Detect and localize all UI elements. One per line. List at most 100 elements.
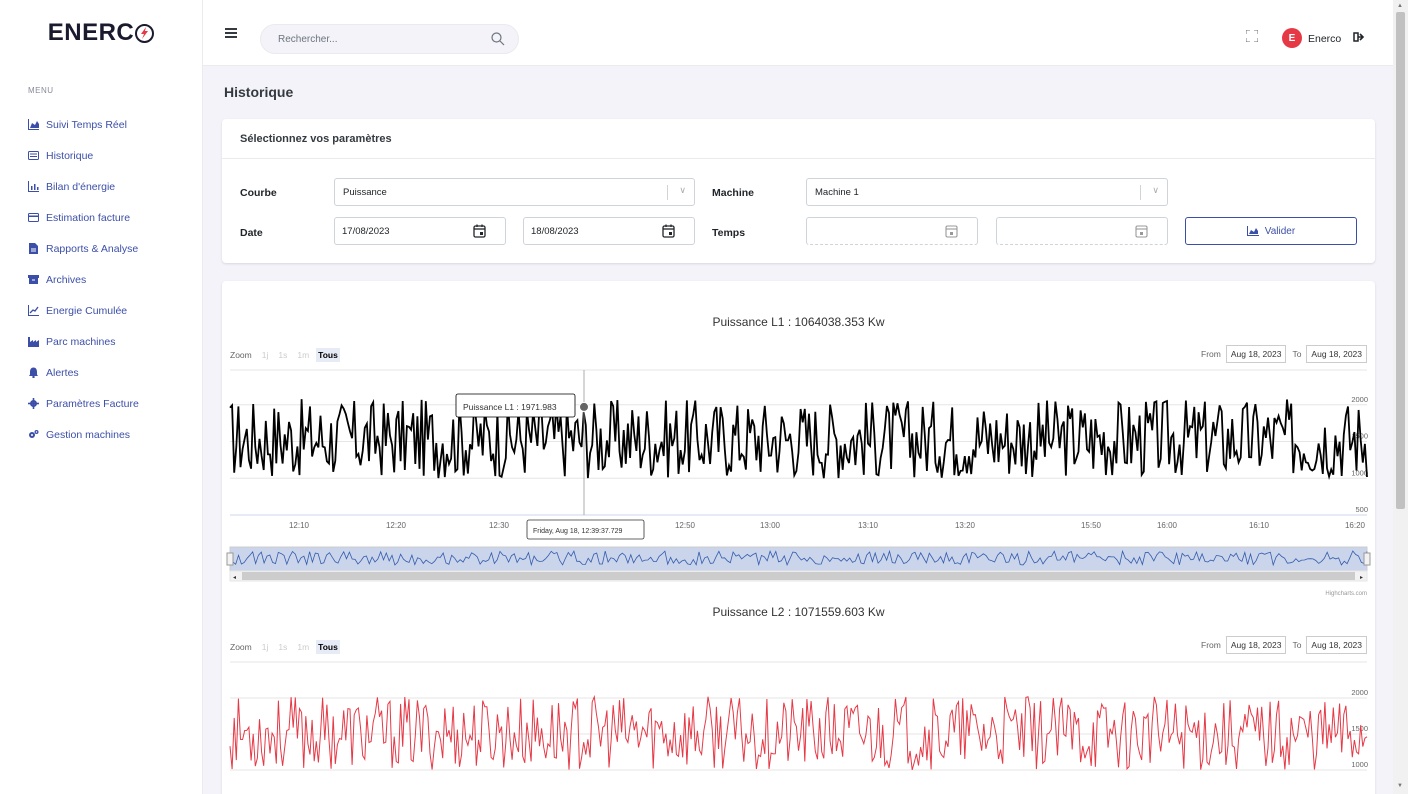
x-tick-label: 12:30: [489, 521, 510, 530]
zoom-tous-button[interactable]: Tous: [316, 348, 340, 362]
chevron-down-icon[interactable]: ∨: [679, 185, 686, 196]
sidebar-item-label: Historique: [46, 149, 94, 162]
enerco-logo[interactable]: ENERC: [0, 0, 202, 66]
highcharts-credits[interactable]: Highcharts.com: [1325, 591, 1367, 597]
hamburger-menu-icon[interactable]: [225, 28, 237, 40]
x-tick-label: 16:20: [1345, 521, 1366, 530]
navigator-mask[interactable]: [229, 546, 1368, 572]
sidebar-item-label: Alertes: [46, 366, 79, 379]
zoom-1j-button[interactable]: 1j: [262, 642, 269, 652]
x-tick-label: 12:10: [289, 521, 310, 530]
search-icon[interactable]: [490, 31, 506, 47]
zoom-1m-button[interactable]: 1m: [297, 350, 309, 360]
sidebar-item-label: Rapports & Analyse: [46, 242, 139, 255]
series-line-puissance-l2[interactable]: [229, 694, 1368, 771]
time-to-input[interactable]: [996, 217, 1168, 245]
list-icon: [28, 150, 39, 161]
sidebar-item-label: Estimation facture: [46, 211, 131, 224]
gears-icon: [28, 429, 39, 440]
zoom-1j-button[interactable]: 1j: [262, 350, 269, 360]
chevron-down-icon[interactable]: ∨: [1152, 185, 1159, 196]
sidebar-item-estimation-facture[interactable]: Estimation facture: [0, 202, 202, 233]
gear-icon: [28, 398, 39, 409]
range-selector: From Aug 18, 2023 To Aug 18, 2023: [1201, 345, 1367, 363]
zoom-1m-button[interactable]: 1m: [297, 642, 309, 652]
from-label: From: [1201, 640, 1221, 650]
logo-text: ENERC: [47, 19, 135, 46]
scroll-down-arrow-icon[interactable]: ▼: [1397, 783, 1403, 789]
y-tick-label: 1000: [1351, 468, 1368, 477]
zoom-selector: Zoom 1j 1s 1m Tous: [230, 348, 340, 362]
x-tick-label: 13:10: [858, 521, 879, 530]
zoom-1s-button[interactable]: 1s: [278, 642, 287, 652]
topbar: Rechercher... E Enerco: [203, 0, 1393, 66]
to-label: To: [1292, 349, 1302, 359]
logout-icon[interactable]: [1353, 31, 1365, 43]
scrollbar-thumb[interactable]: [1396, 12, 1405, 509]
to-date-input[interactable]: Aug 18, 2023: [1306, 345, 1367, 363]
credit-card-icon: [28, 212, 39, 223]
sidebar-item-suivi-temps-reel[interactable]: Suivi Temps Réel: [0, 109, 202, 140]
zoom-label: Zoom: [230, 642, 252, 652]
avatar[interactable]: E: [1282, 28, 1302, 48]
sidebar-item-label: Bilan d'énergie: [46, 180, 116, 193]
calendar-icon[interactable]: [945, 224, 958, 238]
navigator-right-handle[interactable]: [1363, 552, 1371, 566]
sidebar-item-archives[interactable]: Archives: [0, 264, 202, 295]
navigator-scrollbar-thumb[interactable]: [242, 572, 1355, 580]
scroll-right-arrow-icon[interactable]: ▸: [1360, 575, 1363, 581]
sidebar-item-rapports-analyse[interactable]: Rapports & Analyse: [0, 233, 202, 264]
series-line-puissance-l1[interactable]: [229, 398, 1368, 481]
area-chart-icon: [28, 119, 39, 130]
sidebar-item-alertes[interactable]: Alertes: [0, 357, 202, 388]
to-date-input[interactable]: Aug 18, 2023: [1306, 636, 1367, 654]
tooltip-marker: [579, 401, 589, 412]
date-label: Date: [240, 227, 263, 239]
machine-select-value: Machine 1: [815, 187, 859, 198]
bell-icon: [28, 367, 39, 378]
sidebar-item-label: Suivi Temps Réel: [46, 118, 127, 131]
search-input[interactable]: Rechercher...: [260, 24, 519, 54]
calendar-icon[interactable]: [473, 224, 486, 238]
date-to-input[interactable]: 18/08/2023: [523, 217, 695, 245]
x-tick-label: 12:50: [675, 521, 696, 530]
sidebar: ENERC MENU Suivi Temps Réel Historique Bil…: [0, 0, 203, 794]
zoom-tous-button[interactable]: Tous: [316, 640, 340, 654]
zoom-1s-button[interactable]: 1s: [278, 350, 287, 360]
sidebar-item-gestion-machines[interactable]: Gestion machines: [0, 419, 202, 450]
sidebar-item-parametres-facture[interactable]: Paramètres Facture: [0, 388, 202, 419]
username[interactable]: Enerco: [1308, 33, 1341, 45]
y-tick-label: 1500: [1351, 724, 1368, 733]
time-from-input[interactable]: [806, 217, 978, 245]
sidebar-item-historique[interactable]: Historique: [0, 140, 202, 171]
calendar-icon[interactable]: [662, 224, 675, 238]
from-date-input[interactable]: Aug 18, 2023: [1225, 636, 1287, 654]
sidebar-item-parc-machines[interactable]: Parc machines: [0, 326, 202, 357]
zoom-selector: Zoom 1j 1s 1m Tous: [230, 640, 340, 654]
sidebar-item-energie-cumulee[interactable]: Energie Cumulée: [0, 295, 202, 326]
from-date-input[interactable]: Aug 18, 2023: [1225, 345, 1287, 363]
chart-1-plot[interactable]: 50010001500200012:1012:2012:3012:4012:50…: [222, 367, 1375, 607]
sidebar-item-label: Parc machines: [46, 335, 116, 348]
date-from-input[interactable]: 17/08/2023: [334, 217, 506, 245]
navigator-left-handle[interactable]: [226, 552, 234, 566]
calendar-icon[interactable]: [1135, 224, 1148, 238]
sidebar-item-bilan-d-energie[interactable]: Bilan d'énergie: [0, 171, 202, 202]
valider-button[interactable]: Valider: [1185, 217, 1357, 245]
fullscreen-icon[interactable]: [1246, 30, 1258, 42]
page-scrollbar[interactable]: ▲ ▼: [1393, 0, 1408, 794]
bolt-icon: [135, 23, 155, 43]
chart-title: Puissance L1 : 1064038.353 Kw: [712, 315, 885, 329]
chart-2-plot[interactable]: 1000 1500 2000: [222, 659, 1375, 794]
machine-select[interactable]: Machine 1 ∨: [806, 178, 1168, 206]
sidebar-item-label: Energie Cumulée: [46, 304, 128, 317]
temps-label: Temps: [712, 227, 746, 239]
scroll-left-arrow-icon[interactable]: ◂: [233, 575, 236, 581]
tooltip-value-text: Puissance L1 : 1971.983: [463, 402, 557, 412]
charts-card: Puissance L1 : 1064038.353 Kw Zoom 1j 1s…: [222, 281, 1375, 794]
menu-title: MENU: [28, 86, 54, 95]
x-tick-label: 13:00: [760, 521, 781, 530]
scroll-up-arrow-icon[interactable]: ▲: [1397, 3, 1403, 9]
courbe-select[interactable]: Puissance ∨: [334, 178, 695, 206]
courbe-select-value: Puissance: [343, 187, 387, 198]
